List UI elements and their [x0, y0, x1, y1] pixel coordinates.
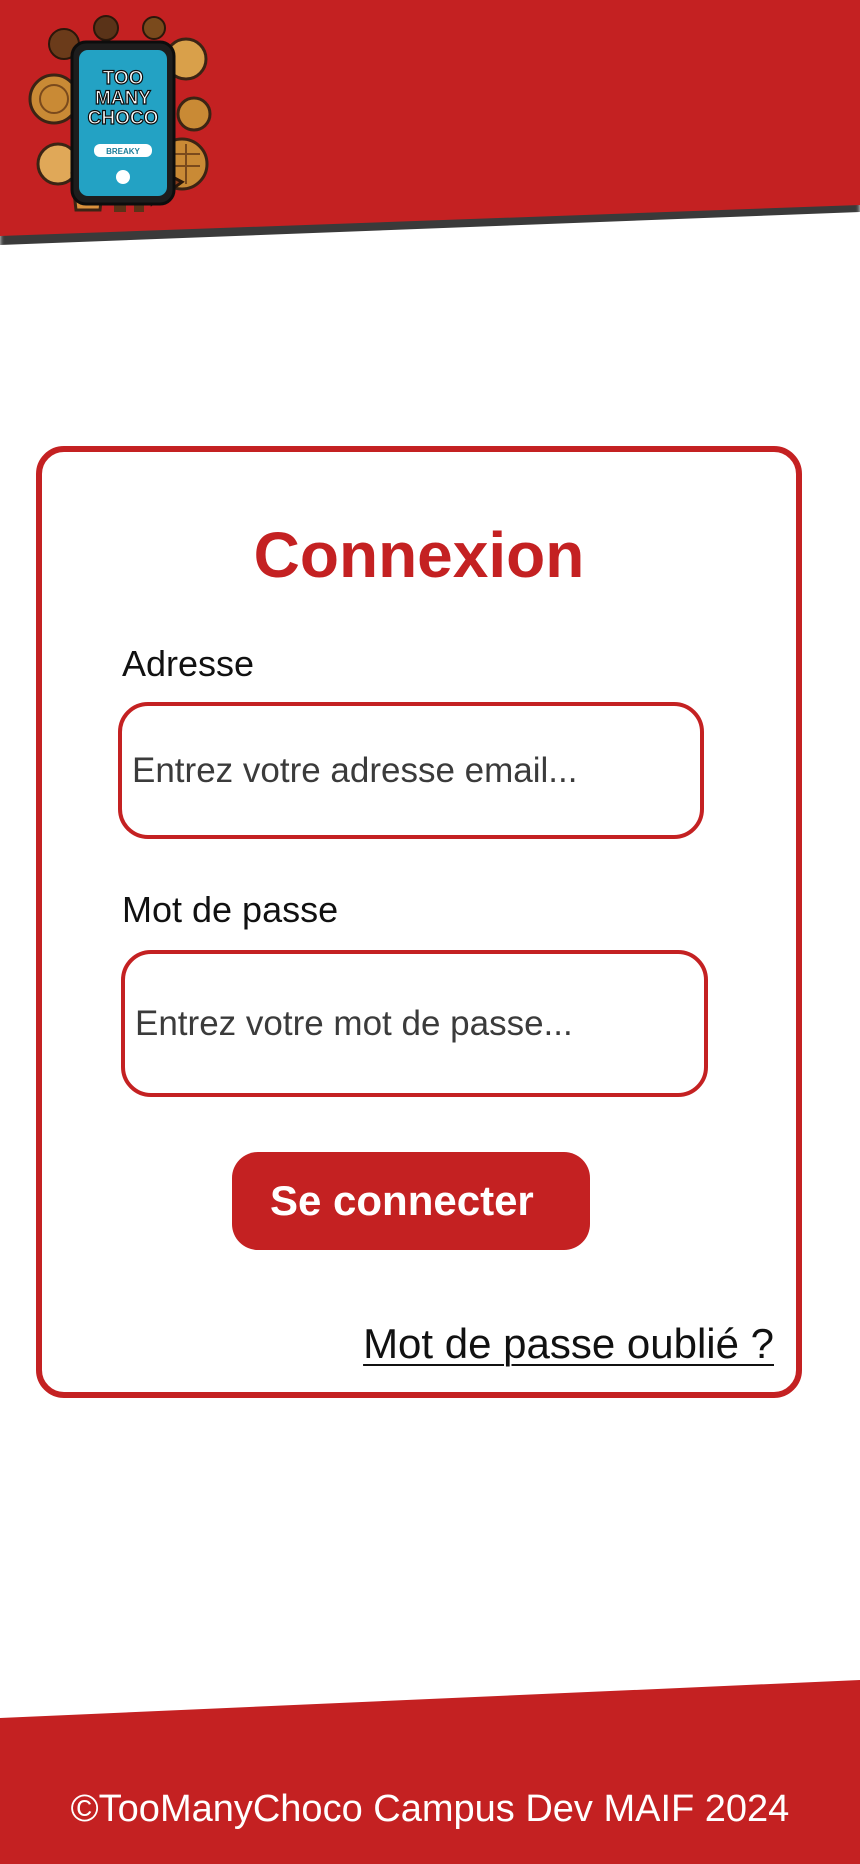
- svg-text:BREAKY: BREAKY: [106, 147, 140, 156]
- password-field[interactable]: [121, 950, 708, 1097]
- forgot-password-link[interactable]: Mot de passe oublié ?: [363, 1316, 774, 1372]
- email-label: Adresse: [122, 643, 255, 684]
- app-logo: TOO MANY CHOCO BREAKY: [28, 15, 212, 212]
- password-label: Mot de passe: [122, 889, 339, 930]
- footer-copyright: ©TooManyChoco Campus Dev MAIF 2024: [70, 1788, 790, 1830]
- footer-banner: [0, 1680, 860, 1864]
- login-title: Connexion: [253, 519, 585, 591]
- svg-text:MANY: MANY: [95, 88, 151, 109]
- svg-text:CHOCO: CHOCO: [88, 108, 159, 129]
- svg-text:TOO: TOO: [103, 68, 144, 89]
- email-field[interactable]: [118, 702, 704, 839]
- login-button[interactable]: Se connecter: [232, 1152, 590, 1250]
